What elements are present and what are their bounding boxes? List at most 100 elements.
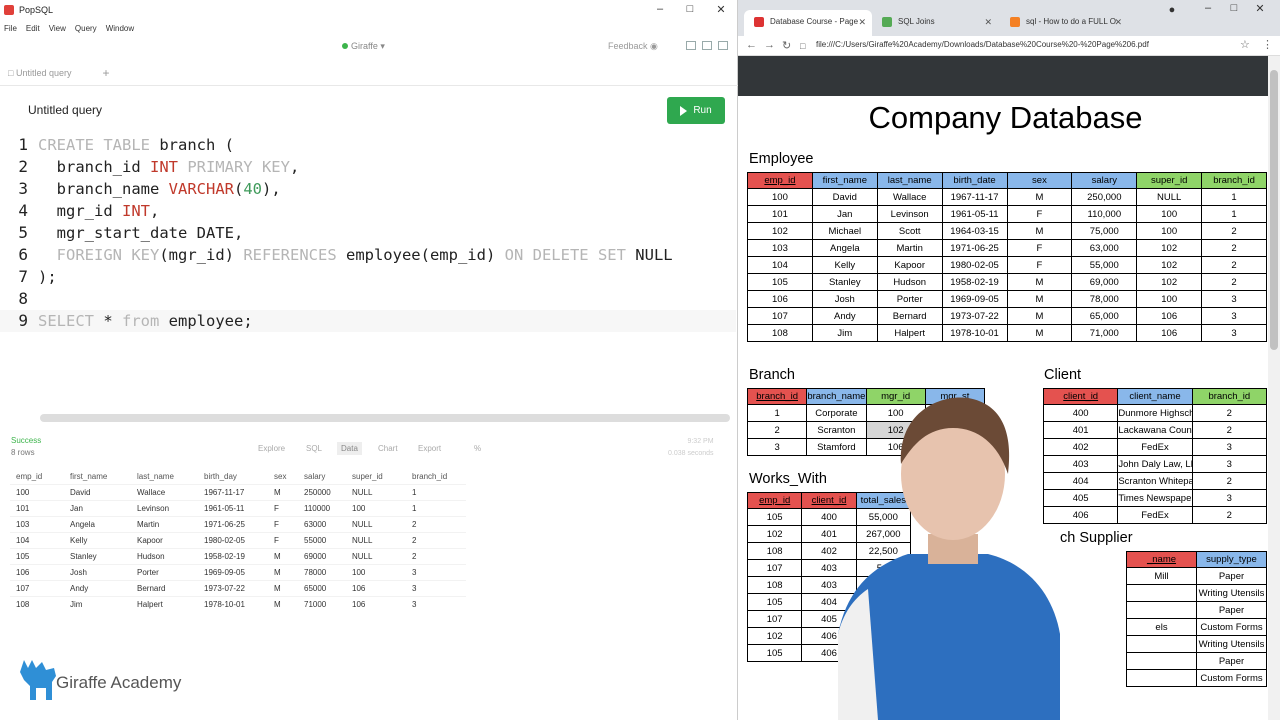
code-line[interactable]: 8 <box>0 288 736 310</box>
pdf-table-cell: 102 <box>1136 239 1203 257</box>
code-line[interactable]: 3 branch_name VARCHAR(40), <box>0 178 736 200</box>
close-icon[interactable]: ✕ <box>1252 2 1268 15</box>
pdf-table-cell: 100 <box>747 188 813 206</box>
table-row[interactable]: 108 Jim Halpert 1978-10-01 M 71000 106 3 <box>10 595 466 612</box>
table-cell: Hudson <box>131 547 198 564</box>
pdf-table-cell: Scott <box>876 222 943 240</box>
table-row[interactable]: 107 Andy Bernard 1973-07-22 M 65000 106 3 <box>10 579 466 596</box>
reload-icon[interactable]: ↻ <box>782 39 791 52</box>
table-row[interactable]: 105 Stanley Hudson 1958-02-19 M 69000 NULL 2 <box>10 547 466 564</box>
new-tab-button[interactable]: + <box>96 66 116 84</box>
url-input[interactable]: file:///C:/Users/Giraffe%20Academy/Downl… <box>816 40 1149 49</box>
code-line[interactable]: 9 SELECT * from employee; <box>0 310 736 332</box>
close-tab-icon[interactable]: ✕ <box>858 10 866 34</box>
line-number: 7 <box>18 267 28 286</box>
pdf-scrollbar[interactable] <box>1268 56 1280 720</box>
code-token: employee(emp_id) <box>345 246 505 264</box>
minimize-icon[interactable]: – <box>1200 2 1216 14</box>
code-token: ON DELETE SET <box>504 246 636 264</box>
menu-view[interactable]: View <box>49 24 66 33</box>
pdf-table-row: 102 Michael Scott 1964-03-15 M 75,000 100 2 <box>747 222 1267 240</box>
editor-horizontal-scrollbar[interactable] <box>40 414 730 422</box>
table-cell: 1 <box>406 483 466 500</box>
menu-edit[interactable]: Edit <box>26 24 40 33</box>
query-title[interactable]: Untitled query <box>28 103 102 117</box>
tab-untitled-query[interactable]: □ Untitled query <box>8 68 71 78</box>
column-header[interactable]: last_name <box>131 470 198 484</box>
column-header[interactable]: first_name <box>64 470 131 484</box>
percent-icon[interactable]: % <box>470 442 485 455</box>
run-button[interactable]: Run <box>667 97 725 124</box>
menu-file[interactable]: File <box>4 24 17 33</box>
tab-stackoverflow[interactable]: sql - How to do a FULL O ✕ <box>1000 10 1128 36</box>
table-cell: 1961-05-11 <box>198 499 268 516</box>
pdf-table-cell: F <box>1006 205 1073 223</box>
bookmark-star-icon[interactable]: ☆ <box>1240 38 1250 51</box>
sql-editor[interactable]: 1 CREATE TABLE branch (2 branch_id INT PR… <box>0 134 736 414</box>
forward-icon[interactable]: → <box>764 39 775 51</box>
pdf-table-cell: 105 <box>746 644 803 662</box>
maximize-icon[interactable]: □ <box>682 3 698 15</box>
table-row[interactable]: 103 Angela Martin 1971-06-25 F 63000 NULL 2 <box>10 515 466 532</box>
table-row[interactable]: 101 Jan Levinson 1961-05-11 F 110000 100 1 <box>10 499 466 516</box>
connected-dot-icon <box>342 43 348 49</box>
code-line[interactable]: 2 branch_id INT PRIMARY KEY, <box>0 156 736 178</box>
column-header[interactable]: salary <box>298 470 346 484</box>
tab-explore[interactable]: Explore <box>254 442 289 455</box>
layout-right-icon[interactable] <box>718 41 728 50</box>
pdf-table-cell: 3 <box>1191 455 1268 473</box>
maximize-icon[interactable]: □ <box>1226 2 1242 14</box>
column-header[interactable]: emp_id <box>10 470 64 484</box>
column-header[interactable]: super_id <box>346 470 406 484</box>
pdf-table-cell: Scranton Whitepages <box>1117 472 1193 490</box>
table-cell: 100 <box>346 563 406 580</box>
employee-heading: Employee <box>749 151 814 167</box>
column-header[interactable]: branch_id <box>406 470 466 484</box>
tab-export[interactable]: Export <box>414 442 445 455</box>
tab-sql-joins[interactable]: SQL Joins ✕ <box>872 10 998 36</box>
pdf-table-cell <box>1126 601 1197 619</box>
code-line[interactable]: 6 FOREIGN KEY(mgr_id) REFERENCES employe… <box>0 244 736 266</box>
tab-database-course[interactable]: Database Course - Page ✕ <box>744 10 872 36</box>
column-header[interactable]: sex <box>268 470 298 484</box>
close-tab-icon[interactable]: ✕ <box>1114 10 1122 34</box>
tab-data[interactable]: Data <box>337 442 362 455</box>
tab-sql[interactable]: SQL <box>302 442 326 455</box>
code-token: branch_id <box>38 158 150 176</box>
close-icon[interactable]: ✕ <box>713 3 729 16</box>
code-line[interactable]: 1 CREATE TABLE branch ( <box>0 134 736 156</box>
code-line[interactable]: 5 mgr_start_date DATE, <box>0 222 736 244</box>
layout-split-icon[interactable] <box>702 41 712 50</box>
connection-selector[interactable]: Giraffe ▾ <box>342 41 385 52</box>
menu-window[interactable]: Window <box>106 24 134 33</box>
code-token: * <box>103 312 122 330</box>
pdf-table-cell: FedEx <box>1117 506 1193 524</box>
pdf-table-cell: 100 <box>1136 290 1203 308</box>
pdf-column-header: supply_type <box>1196 551 1267 568</box>
table-cell: 1978-10-01 <box>198 595 268 612</box>
pdf-table-cell: 2 <box>1201 239 1267 257</box>
code-line[interactable]: 4 mgr_id INT, <box>0 200 736 222</box>
tab-title: Database Course - Page <box>770 17 859 26</box>
menu-icon[interactable]: ⋮ <box>1262 38 1273 51</box>
table-row[interactable]: 106 Josh Porter 1969-09-05 M 78000 100 3 <box>10 563 466 580</box>
code-line[interactable]: 7); <box>0 266 736 288</box>
table-cell: 1958-02-19 <box>198 547 268 564</box>
client-table: client_id client_name branch_id 400 Dunmore … <box>1042 388 1268 524</box>
back-icon[interactable]: ← <box>746 39 757 51</box>
table-row[interactable]: 104 Kelly Kapoor 1980-02-05 F 55000 NULL 2 <box>10 531 466 548</box>
profile-icon[interactable]: ● <box>1164 4 1180 16</box>
feedback-button[interactable]: Feedback ◉ <box>608 41 658 52</box>
minimize-icon[interactable]: – <box>652 3 668 15</box>
pdf-table-row: 405 Times Newspaper 3 <box>1042 489 1268 507</box>
column-header[interactable]: birth_day <box>198 470 268 484</box>
menu-query[interactable]: Query <box>75 24 97 33</box>
tab-chart[interactable]: Chart <box>374 442 402 455</box>
code-token: 40 <box>243 180 262 198</box>
table-row[interactable]: 100 David Wallace 1967-11-17 M 250000 NULL 1 <box>10 483 466 500</box>
layout-left-icon[interactable] <box>686 41 696 50</box>
table-cell: 78000 <box>298 563 346 580</box>
pdf-column-header: super_id <box>1136 172 1203 189</box>
close-tab-icon[interactable]: ✕ <box>984 10 992 34</box>
code-token: INT <box>122 202 150 220</box>
